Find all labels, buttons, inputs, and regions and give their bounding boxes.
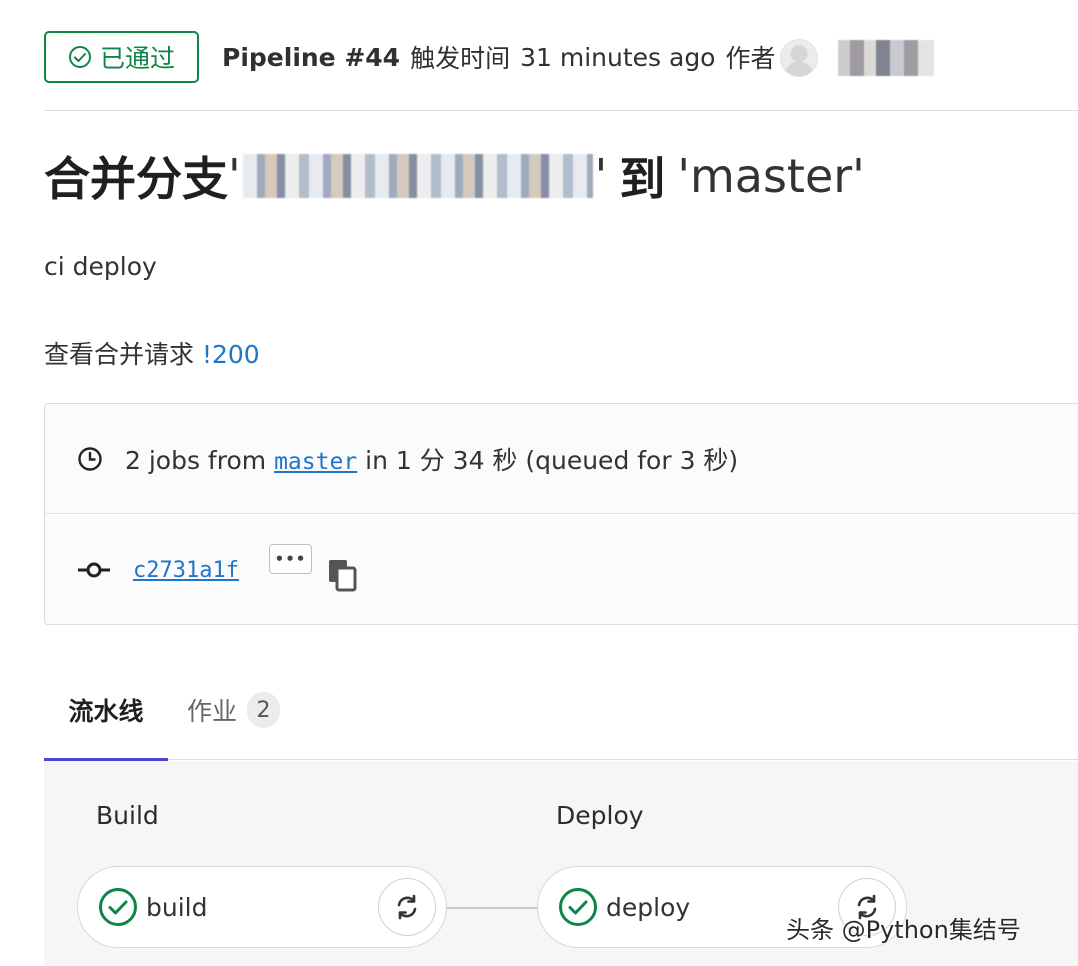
author-name-redacted[interactable] <box>838 40 934 76</box>
check-circle-icon <box>559 888 597 926</box>
job-name-build: build <box>146 892 208 922</box>
author-label: 作者 <box>725 44 776 73</box>
expand-commit-button[interactable]: ••• <box>269 544 312 574</box>
triggered-label: 触发时间 <box>410 44 511 73</box>
pipeline-header: Pipeline #44 触发时间 31 minutes ago 作者 <box>222 37 776 77</box>
tab-jobs[interactable]: 作业 2 <box>187 660 281 760</box>
commit-description: ci deploy <box>44 252 157 281</box>
merge-request-line: 查看合并请求 !200 <box>44 335 260 371</box>
merge-request-link[interactable]: !200 <box>202 340 260 369</box>
stage-title-deploy: Deploy <box>556 801 644 830</box>
clock-icon <box>78 446 102 471</box>
commit-icon <box>78 562 110 578</box>
jobs-prefix: 2 jobs from <box>125 445 267 475</box>
page-title: 合并分支 ' ' 到 'master' <box>44 140 865 212</box>
title-close-quote: ' <box>594 149 608 203</box>
divider <box>44 110 1078 111</box>
title-open-quote: ' <box>228 149 241 203</box>
branch-link[interactable]: master <box>274 449 357 475</box>
status-label: 已通过 <box>99 44 175 73</box>
jobs-summary: 2 jobs from master in 1 分 34 秒 (queued f… <box>125 441 738 477</box>
tab-pipeline-label: 流水线 <box>68 697 144 726</box>
merge-request-label: 查看合并请求 <box>44 340 195 369</box>
commit-row: c2731a1f ••• <box>45 514 1078 626</box>
avatar[interactable] <box>780 39 818 77</box>
stage-title-build: Build <box>96 801 159 830</box>
retry-icon <box>397 894 417 920</box>
watermark: 头条 @Python集结号 <box>786 916 1021 944</box>
jobs-summary-row: 2 jobs from master in 1 分 34 秒 (queued f… <box>45 404 1078 514</box>
job-build[interactable]: build <box>77 866 447 948</box>
copy-icon[interactable] <box>327 558 359 592</box>
status-badge[interactable]: 已通过 <box>44 31 199 83</box>
pipeline-id: Pipeline #44 <box>222 42 401 72</box>
commit-sha-link[interactable]: c2731a1f <box>133 558 239 583</box>
tab-bar: 流水线 作业 2 <box>44 660 1078 761</box>
time-ago: 31 minutes ago <box>520 42 716 72</box>
retry-build-button[interactable] <box>378 878 436 936</box>
title-connector: 到 <box>619 152 666 206</box>
title-prefix: 合并分支 <box>44 152 228 206</box>
source-branch-redacted <box>242 154 593 198</box>
job-name-deploy: deploy <box>606 892 691 922</box>
pipeline-info-box: 2 jobs from master in 1 分 34 秒 (queued f… <box>44 403 1078 625</box>
jobs-suffix: in 1 分 34 秒 (queued for 3 秒) <box>365 445 739 475</box>
check-circle-icon <box>99 888 137 926</box>
target-branch: 'master' <box>677 149 865 203</box>
jobs-count-badge: 2 <box>247 692 281 728</box>
tab-jobs-label: 作业 <box>187 697 238 726</box>
tab-pipeline[interactable]: 流水线 <box>44 660 168 761</box>
stage-connector <box>447 907 537 909</box>
check-circle-icon <box>68 46 91 68</box>
